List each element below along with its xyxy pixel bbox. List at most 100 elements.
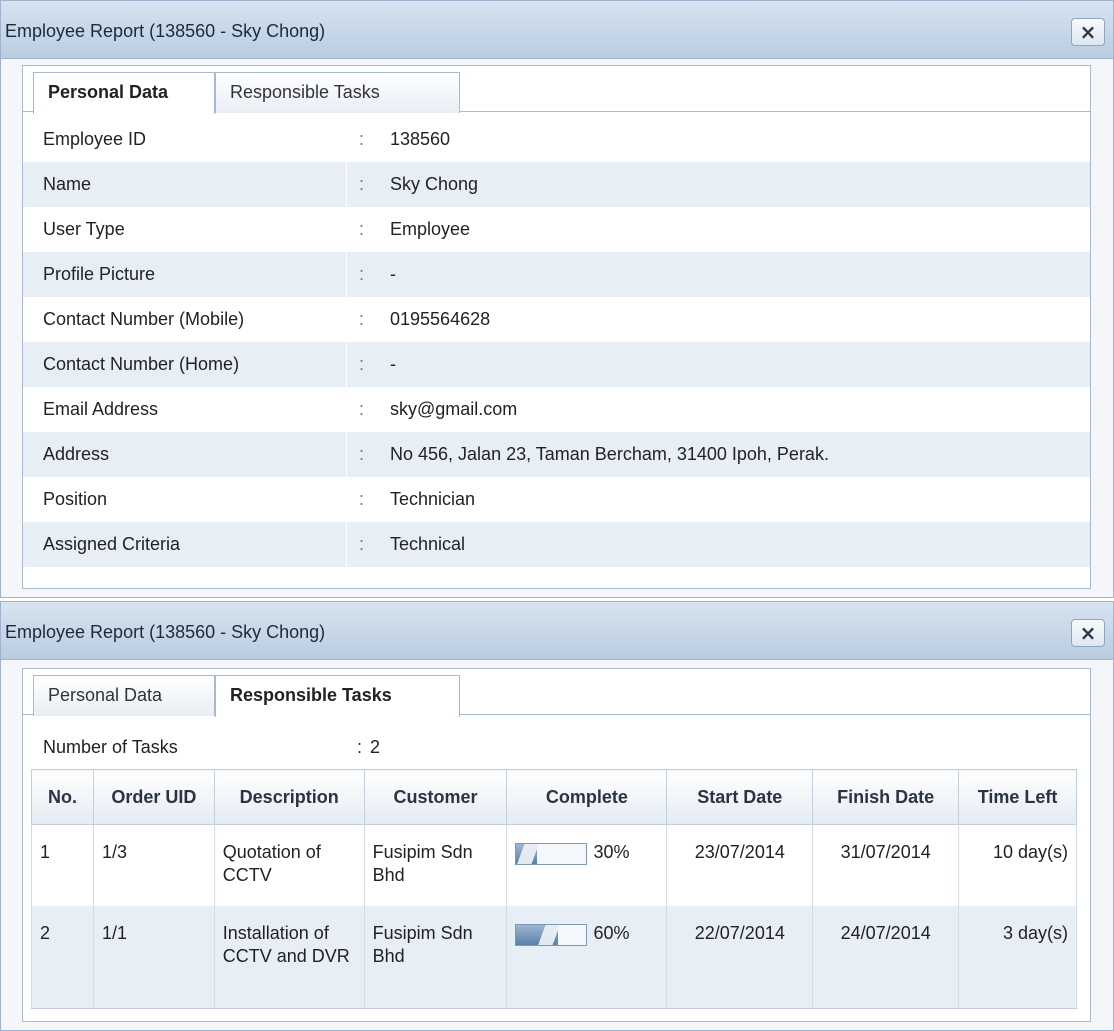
data-row: Profile Picture: - — [23, 252, 1090, 297]
column-divider — [346, 117, 347, 162]
column-header-complete[interactable]: Complete — [506, 769, 668, 825]
progress-bar — [515, 923, 588, 946]
data-row: Assigned Criteria: Technical — [23, 522, 1090, 567]
personal-data-list: Employee ID: 138560 Name: Sky Chong User Typ… — [23, 117, 1090, 567]
field-value: 0195564628 — [390, 309, 491, 329]
colon: : — [359, 264, 365, 284]
colon: : — [357, 737, 363, 757]
progress-percent: 60% — [593, 922, 630, 943]
task-complete: 60% — [506, 905, 668, 1009]
colon: : — [359, 219, 365, 239]
progress-percent: 30% — [593, 842, 630, 862]
field-value: No 456, Jalan 23, Taman Bercham, 31400 I… — [390, 444, 829, 464]
colon: : — [359, 444, 365, 464]
task-time-left: 3 day(s) — [958, 905, 1077, 1009]
close-icon: × — [1079, 621, 1097, 645]
table-row[interactable]: 1 1/3 Quotation of CCTV Fusipim Sdn Bhd … — [31, 824, 1077, 906]
close-button[interactable]: × — [1071, 18, 1105, 46]
task-complete: 30% — [506, 824, 668, 906]
task-description: Installation of CCTV and DVR — [213, 905, 365, 1009]
task-start-date: 23/07/2014 — [666, 824, 814, 906]
colon: : — [359, 174, 365, 194]
field-value: sky@gmail.com — [390, 399, 518, 419]
field-label: Employee ID — [43, 129, 147, 149]
employee-report-dialog-personal: Employee Report (138560 - Sky Chong) × P… — [0, 0, 1114, 598]
task-finish-date: 31/07/2014 — [812, 824, 960, 906]
column-divider — [346, 342, 347, 387]
field-value: Sky Chong — [390, 174, 479, 194]
close-button[interactable]: × — [1071, 619, 1105, 647]
field-value: Technical — [390, 534, 466, 554]
field-label: Position — [43, 489, 108, 509]
dialog-titlebar[interactable]: Employee Report (138560 - Sky Chong) × — [1, 602, 1113, 660]
task-order-uid: 1/3 — [92, 824, 215, 906]
tab-personal-data[interactable]: Personal Data — [33, 675, 215, 716]
field-label: Email Address — [43, 399, 159, 419]
tab-responsible-tasks[interactable]: Responsible Tasks — [215, 72, 460, 113]
field-label: Contact Number (Home) — [43, 354, 240, 374]
field-label: Assigned Criteria — [43, 534, 181, 554]
column-divider — [346, 252, 347, 297]
colon: : — [359, 309, 365, 329]
tab-bar: Personal Data Responsible Tasks — [23, 66, 1090, 114]
field-label: Address — [43, 444, 110, 464]
employee-report-dialog-tasks: Employee Report (138560 - Sky Chong) × P… — [0, 601, 1114, 1031]
data-row: Contact Number (Mobile): 0195564628 — [23, 297, 1090, 342]
progress-stripe — [536, 924, 563, 945]
tab-panel: Personal Data Responsible Tasks Number o… — [22, 668, 1091, 1022]
task-start-date: 22/07/2014 — [666, 905, 814, 1009]
field-value: 138560 — [390, 129, 451, 149]
column-header-description[interactable]: Description — [213, 769, 365, 825]
column-divider — [346, 477, 347, 522]
dialog-title: Employee Report (138560 - Sky Chong) — [5, 21, 326, 41]
number-of-tasks-value: 2 — [370, 737, 381, 757]
column-header-order-uid[interactable]: Order UID — [92, 769, 215, 825]
data-row: Name: Sky Chong — [23, 162, 1090, 207]
data-row: User Type: Employee — [23, 207, 1090, 252]
field-value: - — [390, 264, 396, 284]
field-label: Profile Picture — [43, 264, 156, 284]
task-no: 2 — [31, 905, 94, 1009]
dialog-titlebar[interactable]: Employee Report (138560 - Sky Chong) × — [1, 1, 1113, 59]
colon: : — [359, 354, 365, 374]
close-icon: × — [1079, 20, 1097, 44]
field-label: Name — [43, 174, 92, 194]
task-customer: Fusipim Sdn Bhd — [363, 905, 508, 1009]
column-header-time-left[interactable]: Time Left — [958, 769, 1077, 825]
column-divider — [346, 522, 347, 567]
field-value: - — [390, 354, 396, 374]
tasks-table: No. Order UID Description Customer Compl… — [31, 769, 1077, 1009]
tab-panel: Personal Data Responsible Tasks Employee… — [22, 65, 1091, 589]
column-header-start-date[interactable]: Start Date — [666, 769, 814, 825]
task-order-uid: 1/1 — [92, 905, 215, 1009]
data-row: Address: No 456, Jalan 23, Taman Bercham,… — [23, 432, 1090, 477]
column-divider — [346, 387, 347, 432]
data-row: Contact Number (Home): - — [23, 342, 1090, 387]
field-value: Employee — [390, 219, 471, 239]
task-finish-date: 24/07/2014 — [812, 905, 960, 1009]
column-header-finish-date[interactable]: Finish Date — [812, 769, 960, 825]
table-row[interactable]: 2 1/1 Installation of CCTV and DVR Fusip… — [31, 905, 1077, 1009]
colon: : — [359, 399, 365, 419]
colon: : — [359, 129, 365, 149]
field-label: User Type — [43, 219, 125, 239]
dialog-title: Employee Report (138560 - Sky Chong) — [5, 622, 326, 642]
tab-responsible-tasks[interactable]: Responsible Tasks — [215, 675, 460, 717]
task-customer: Fusipim Sdn Bhd — [363, 824, 508, 906]
column-divider — [346, 432, 347, 477]
data-row: Employee ID: 138560 — [23, 117, 1090, 162]
task-time-left: 10 day(s) — [958, 824, 1077, 906]
tab-bar: Personal Data Responsible Tasks — [23, 669, 1090, 717]
task-no: 1 — [31, 824, 94, 906]
task-description: Quotation of CCTV — [213, 824, 365, 906]
data-row: Email Address: sky@gmail.com — [23, 387, 1090, 432]
tab-personal-data[interactable]: Personal Data — [33, 72, 215, 114]
data-row: Position: Technician — [23, 477, 1090, 522]
column-header-no[interactable]: No. — [31, 769, 94, 825]
field-label: Contact Number (Mobile) — [43, 309, 245, 329]
progress-stripe — [516, 844, 542, 864]
colon: : — [359, 489, 365, 509]
progress-bar — [515, 843, 588, 865]
column-header-customer[interactable]: Customer — [363, 769, 508, 825]
column-divider — [346, 162, 347, 207]
